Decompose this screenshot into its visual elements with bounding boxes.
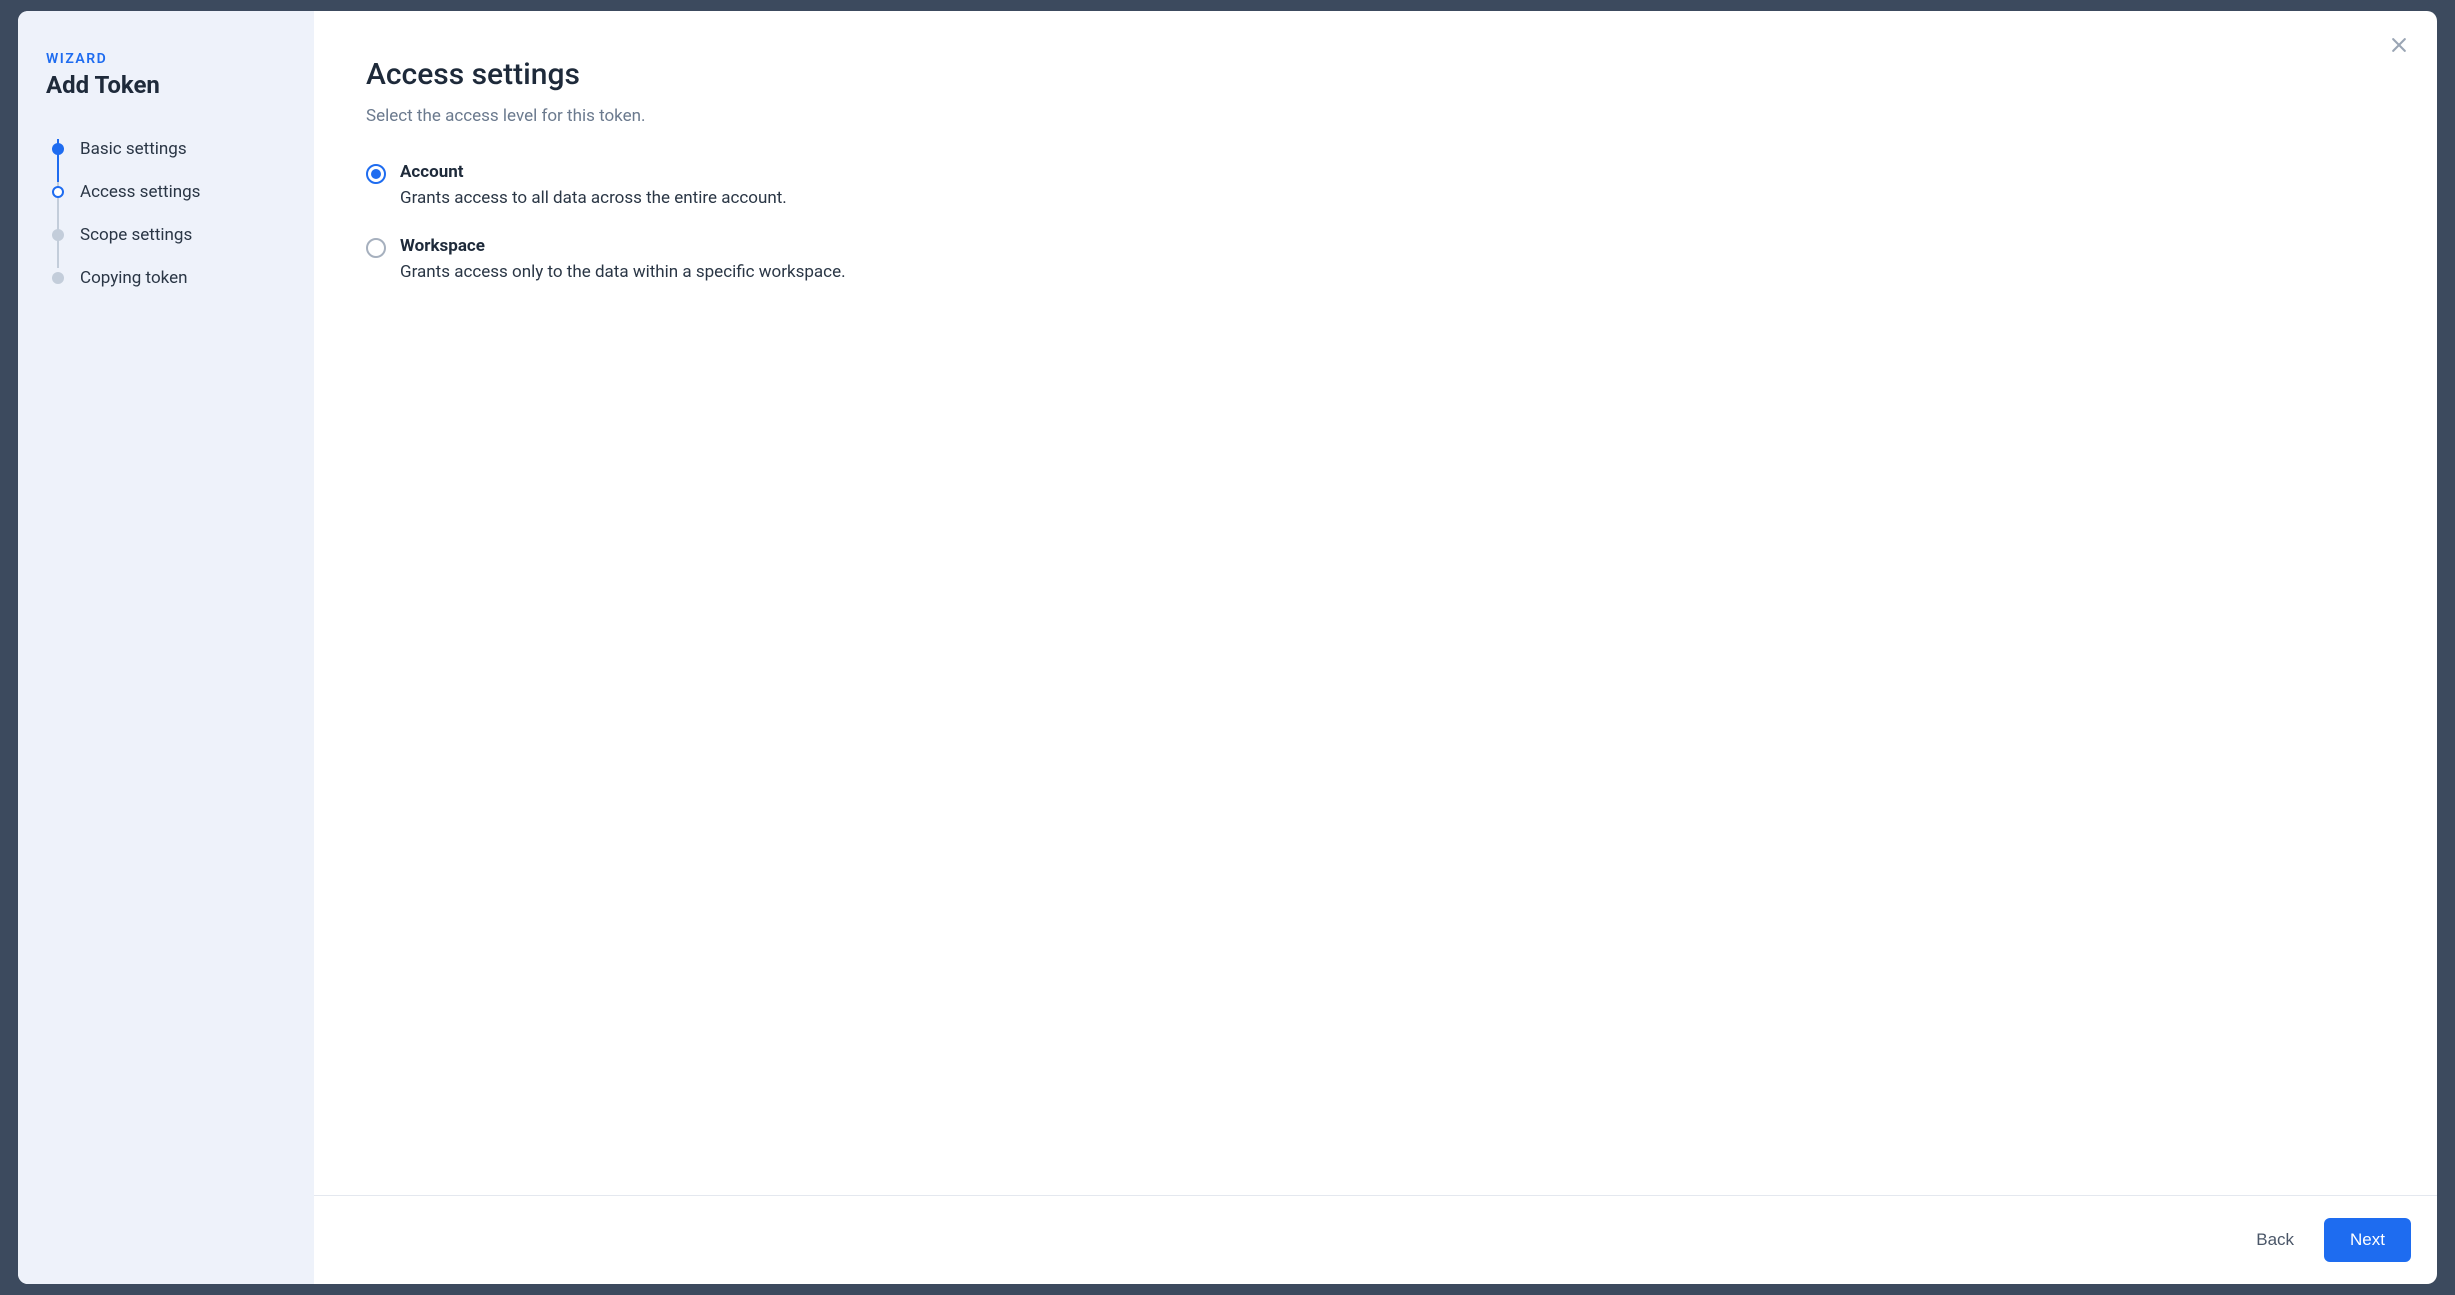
radio-icon bbox=[366, 164, 386, 184]
step-access-settings[interactable]: Access settings bbox=[52, 170, 286, 213]
close-icon bbox=[2389, 35, 2409, 55]
back-button[interactable]: Back bbox=[2248, 1220, 2302, 1260]
radio-description: Grants access to all data across the ent… bbox=[400, 188, 787, 208]
access-level-radio-group: Account Grants access to all data across… bbox=[366, 162, 2385, 282]
step-label: Access settings bbox=[80, 182, 200, 202]
wizard-footer: Back Next bbox=[314, 1195, 2437, 1284]
radio-label: Workspace bbox=[400, 236, 846, 256]
step-copying-token[interactable]: Copying token bbox=[52, 256, 286, 299]
radio-label: Account bbox=[400, 162, 787, 182]
step-dot-icon bbox=[52, 229, 64, 241]
wizard-modal: WIZARD Add Token Basic settings Access s… bbox=[18, 11, 2437, 1284]
radio-option-account[interactable]: Account Grants access to all data across… bbox=[366, 162, 2385, 208]
radio-option-workspace[interactable]: Workspace Grants access only to the data… bbox=[366, 236, 2385, 282]
wizard-title: Add Token bbox=[46, 71, 286, 99]
wizard-content: Access settings Select the access level … bbox=[314, 11, 2437, 1195]
wizard-eyebrow: WIZARD bbox=[46, 51, 286, 67]
radio-icon bbox=[366, 238, 386, 258]
wizard-steps: Basic settings Access settings Scope set… bbox=[46, 127, 286, 299]
step-scope-settings[interactable]: Scope settings bbox=[52, 213, 286, 256]
radio-body: Workspace Grants access only to the data… bbox=[400, 236, 846, 282]
page-subtitle: Select the access level for this token. bbox=[366, 106, 2385, 126]
step-label: Scope settings bbox=[80, 225, 192, 245]
step-label: Copying token bbox=[80, 268, 188, 288]
page-title: Access settings bbox=[366, 57, 2385, 92]
step-basic-settings[interactable]: Basic settings bbox=[52, 127, 286, 170]
close-button[interactable] bbox=[2383, 29, 2415, 61]
step-dot-icon bbox=[52, 186, 64, 198]
step-dot-icon bbox=[52, 272, 64, 284]
step-label: Basic settings bbox=[80, 139, 187, 159]
step-dot-icon bbox=[52, 143, 64, 155]
radio-description: Grants access only to the data within a … bbox=[400, 262, 846, 282]
wizard-main: Access settings Select the access level … bbox=[314, 11, 2437, 1284]
radio-body: Account Grants access to all data across… bbox=[400, 162, 787, 208]
next-button[interactable]: Next bbox=[2324, 1218, 2411, 1262]
wizard-sidebar: WIZARD Add Token Basic settings Access s… bbox=[18, 11, 314, 1284]
